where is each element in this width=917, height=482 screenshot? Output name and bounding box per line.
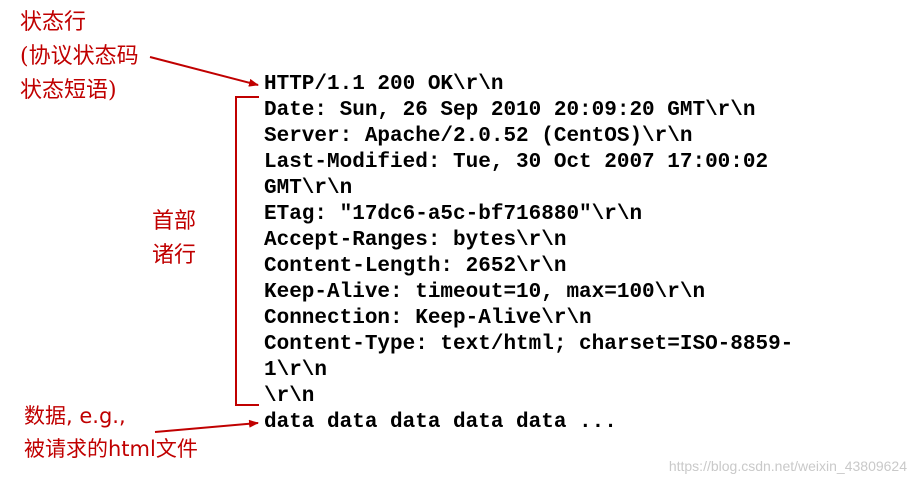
http-message: HTTP/1.1 200 OK\r\n Date: Sun, 26 Sep 20…	[264, 72, 793, 436]
annotation-line: 状态行	[20, 10, 87, 35]
header-line: Last-Modified: Tue, 30 Oct 2007 17:00:02	[264, 151, 769, 174]
header-line: Connection: Keep-Alive\r\n	[264, 307, 592, 330]
blank-line: \r\n	[264, 385, 315, 408]
header-line: Server: Apache/2.0.52 (CentOS)\r\n	[264, 125, 693, 148]
watermark: https://blog.csdn.net/weixin_43809624	[668, 458, 907, 474]
status-line-annotation: 状态行 (协议状态码 状态短语)	[20, 6, 139, 108]
header-bracket	[235, 96, 259, 406]
header-line: Accept-Ranges: bytes\r\n	[264, 229, 567, 252]
annotation-line: (协议状态码	[20, 44, 139, 69]
status-line: HTTP/1.1 200 OK\r\n	[264, 73, 504, 96]
annotation-line: 状态短语)	[20, 78, 117, 103]
header-line: Content-Length: 2652\r\n	[264, 255, 567, 278]
header-line: ETag: "17dc6-a5c-bf716880"\r\n	[264, 203, 643, 226]
annotation-line: 诸行	[152, 243, 197, 268]
header-line: GMT\r\n	[264, 177, 353, 200]
header-line: Date: Sun, 26 Sep 2010 20:09:20 GMT\r\n	[264, 99, 756, 122]
annotation-line: 数据, e.g.,	[24, 404, 126, 428]
header-lines-annotation: 首部 诸行	[152, 205, 196, 273]
status-line-arrow	[149, 56, 259, 87]
header-line: Content-Type: text/html; charset=ISO-885…	[264, 333, 794, 356]
header-line: Keep-Alive: timeout=10, max=100\r\n	[264, 281, 706, 304]
annotation-line: 被请求的html文件	[24, 437, 198, 461]
annotation-line: 首部	[152, 209, 197, 234]
body-annotation: 数据, e.g., 被请求的html文件	[24, 400, 198, 466]
http-response-diagram: 状态行 (协议状态码 状态短语) 首部 诸行 数据, e.g., 被请求的htm…	[0, 0, 917, 482]
body-line: data data data data data ...	[264, 411, 617, 434]
header-line: 1\r\n	[264, 359, 328, 382]
